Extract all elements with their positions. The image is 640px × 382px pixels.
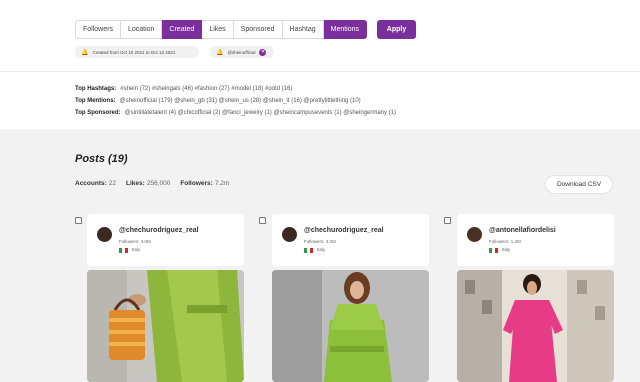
post-image-1[interactable] — [87, 270, 244, 382]
follower-count: Followers: 4.0M — [304, 239, 336, 244]
filter-location[interactable]: Location — [120, 20, 163, 39]
divider — [0, 71, 640, 72]
top-sponsored-value: @sintillatetalent (4) @chicofficial (2) … — [124, 110, 397, 116]
top-sponsored-label: Top Sponsored: — [75, 110, 121, 116]
username[interactable]: @antonellafiordelisi — [489, 227, 556, 234]
country: Italy — [132, 247, 141, 252]
post-checkbox-1[interactable] — [75, 217, 82, 224]
close-icon[interactable]: ✕ — [259, 48, 267, 56]
filter-mentions[interactable]: Mentions — [323, 20, 368, 39]
posts-stats: Accounts: 22 Likes: 256,000 Followers: 7.2m — [75, 180, 229, 187]
username[interactable]: @chechurodriguez_real — [119, 227, 199, 234]
top-sponsored-row: Top Sponsored: @sintillatetalent (4) @ch… — [75, 107, 396, 119]
filter-likes[interactable]: Likes — [202, 20, 234, 39]
likes-stat: Likes: 256,000 — [126, 180, 171, 187]
posts-title: Posts (19) — [75, 153, 128, 165]
mention-filter-chip[interactable]: 🔔 @sheinofficial ✕ — [210, 46, 274, 58]
avatar — [282, 227, 297, 242]
top-hashtags-row: Top Hashtags: #shein (72) #sheingals (46… — [75, 83, 396, 95]
mention-filter-text: @sheinofficial — [227, 49, 256, 55]
filter-hashtag[interactable]: Hashtag — [282, 20, 324, 39]
filter-bar: Followers Location Created Likes Sponsor… — [75, 20, 368, 39]
followers-stat: Followers: 7.2m — [180, 180, 230, 187]
top-mentions-value: @sheinofficial (179) @shein_gb (31) @she… — [119, 98, 361, 104]
filter-created[interactable]: Created — [162, 20, 203, 39]
download-csv-button[interactable]: Download CSV — [546, 176, 612, 193]
post-image-3[interactable] — [457, 270, 614, 382]
influencer-card-2[interactable]: @chechurodriguez_real Followers: 4.0M It… — [272, 214, 429, 266]
post-checkbox-3[interactable] — [444, 217, 451, 224]
post-image-2[interactable] — [272, 270, 429, 382]
influencer-card-1[interactable]: @chechurodriguez_real Followers: 4.0M It… — [87, 214, 244, 266]
italy-flag-icon — [304, 248, 313, 253]
top-summary: Top Hashtags: #shein (72) #sheingals (46… — [75, 83, 396, 119]
italy-flag-icon — [489, 248, 498, 253]
date-filter-chip[interactable]: 🔔 Created from Oct 10 2021 to Oct 13 202… — [75, 46, 199, 58]
country: Italy — [502, 247, 511, 252]
avatar — [467, 227, 482, 242]
top-hashtags-label: Top Hashtags: — [75, 86, 117, 92]
italy-flag-icon — [119, 248, 128, 253]
follower-count: Followers: 1.2M — [489, 239, 521, 244]
username[interactable]: @chechurodriguez_real — [304, 227, 384, 234]
post-checkbox-2[interactable] — [259, 217, 266, 224]
filter-sponsored[interactable]: Sponsored — [233, 20, 283, 39]
date-filter-text: Created from Oct 10 2021 to Oct 13 2021 — [92, 49, 176, 55]
bell-icon: 🔔 — [216, 49, 224, 56]
follower-count: Followers: 4.0M — [119, 239, 151, 244]
avatar — [97, 227, 112, 242]
top-mentions-row: Top Mentions: @sheinofficial (179) @shei… — [75, 95, 396, 107]
bell-icon: 🔔 — [81, 49, 89, 56]
influencer-card-3[interactable]: @antonellafiordelisi Followers: 1.2M Ita… — [457, 214, 614, 266]
apply-button[interactable]: Apply — [377, 20, 416, 39]
filter-followers[interactable]: Followers — [75, 20, 121, 39]
country: Italy — [317, 247, 326, 252]
top-hashtags-value: #shein (72) #sheingals (46) #fashion (27… — [120, 86, 293, 92]
accounts-stat: Accounts: 22 — [75, 180, 117, 187]
top-mentions-label: Top Mentions: — [75, 98, 116, 104]
